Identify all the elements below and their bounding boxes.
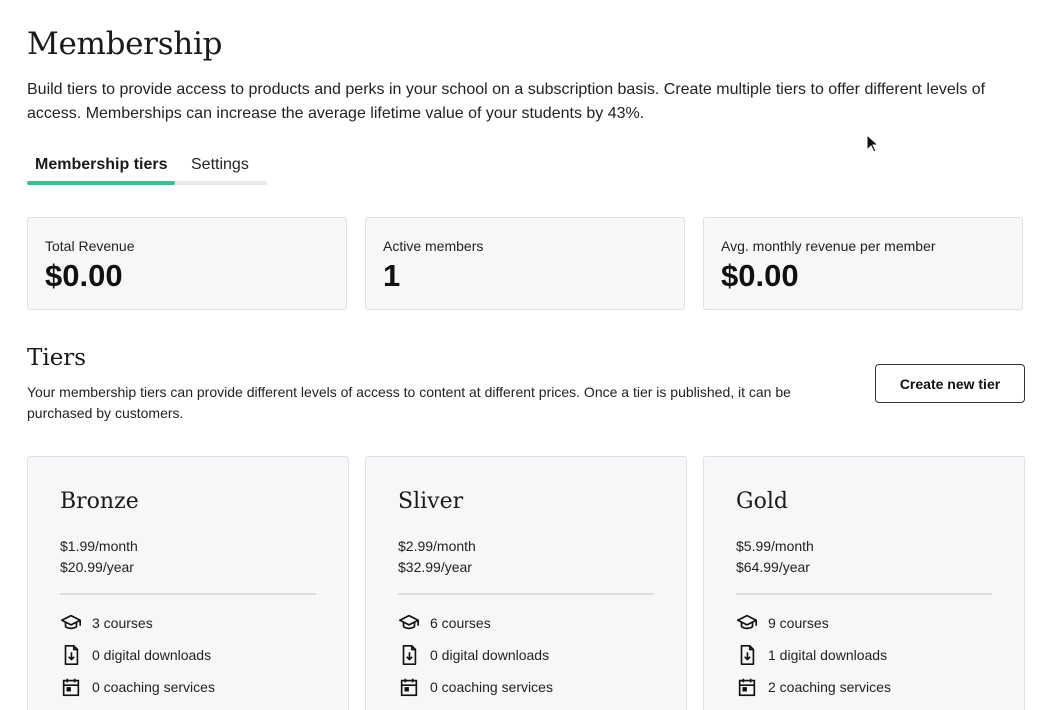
stat-label: Active members — [383, 238, 484, 254]
tier-divider — [736, 593, 992, 595]
tier-feature-downloads: 0 digital downloads — [60, 643, 211, 667]
download-file-icon — [398, 644, 420, 666]
tier-name: Gold — [736, 489, 788, 514]
tier-card-gold[interactable]: Gold $5.99/month $64.99/year 9 courses 1… — [703, 456, 1025, 710]
tier-feature-text: 9 courses — [768, 615, 829, 631]
tab-bar: Membership tiers Settings — [27, 155, 267, 185]
stat-card-avg-monthly-revenue: Avg. monthly revenue per member $0.00 — [703, 217, 1023, 310]
graduation-cap-icon — [398, 612, 420, 634]
stat-card-total-revenue: Total Revenue $0.00 — [27, 217, 347, 310]
page-intro: Build tiers to provide access to product… — [27, 81, 986, 122]
tier-feature-text: 0 coaching services — [430, 679, 553, 695]
tier-feature-text: 2 coaching services — [768, 679, 891, 695]
stat-value: 1 — [383, 258, 401, 293]
stat-card-active-members: Active members 1 — [365, 217, 685, 310]
membership-page: Membership Build tiers to provide access… — [0, 0, 1058, 710]
tier-yearly-price: $32.99/year — [398, 559, 472, 575]
calendar-icon — [736, 676, 758, 698]
graduation-cap-icon — [60, 612, 82, 634]
tier-feature-text: 0 digital downloads — [92, 647, 212, 663]
stat-value: $0.00 — [721, 258, 799, 293]
tiers-description: Your membership tiers can provide differ… — [27, 384, 791, 421]
page-title: Membership — [27, 26, 223, 62]
tier-monthly-price: $2.99/month — [398, 538, 476, 554]
tier-feature-courses: 3 courses — [60, 611, 153, 635]
tier-feature-text: 6 courses — [430, 615, 491, 631]
tier-card-bronze[interactable]: Bronze $1.99/month $20.99/year 3 courses… — [27, 456, 349, 710]
tier-feature-coaching: 0 coaching services — [398, 675, 553, 699]
download-file-icon — [60, 644, 82, 666]
tier-feature-downloads: 1 digital downloads — [736, 643, 887, 667]
graduation-cap-icon — [736, 612, 758, 634]
tab-active-indicator — [27, 181, 175, 185]
tab-settings[interactable]: Settings — [191, 156, 249, 174]
mouse-cursor-icon — [866, 133, 880, 154]
calendar-icon — [398, 676, 420, 698]
tier-card-sliver[interactable]: Sliver $2.99/month $32.99/year 6 courses… — [365, 456, 687, 710]
download-file-icon — [736, 644, 758, 666]
tier-yearly-price: $20.99/year — [60, 559, 134, 575]
tier-monthly-price: $1.99/month — [60, 538, 138, 554]
tab-membership-tiers[interactable]: Membership tiers — [35, 156, 167, 174]
calendar-icon — [60, 676, 82, 698]
tier-feature-text: 0 coaching services — [92, 679, 215, 695]
stat-value: $0.00 — [45, 258, 123, 293]
tier-feature-text: 1 digital downloads — [768, 647, 888, 663]
tier-name: Bronze — [60, 489, 139, 514]
tier-feature-text: 3 courses — [92, 615, 153, 631]
tier-yearly-price: $64.99/year — [736, 559, 810, 575]
stat-label: Total Revenue — [45, 238, 135, 254]
create-new-tier-button[interactable]: Create new tier — [875, 364, 1025, 403]
stat-label: Avg. monthly revenue per member — [721, 238, 936, 254]
tier-feature-text: 0 digital downloads — [430, 647, 550, 663]
tier-feature-downloads: 0 digital downloads — [398, 643, 549, 667]
tier-feature-courses: 9 courses — [736, 611, 829, 635]
tier-feature-courses: 6 courses — [398, 611, 491, 635]
tier-name: Sliver — [398, 489, 464, 514]
tier-monthly-price: $5.99/month — [736, 538, 814, 554]
tier-divider — [60, 593, 316, 595]
tier-feature-coaching: 0 coaching services — [60, 675, 215, 699]
tiers-heading: Tiers — [27, 345, 87, 371]
tier-feature-coaching: 2 coaching services — [736, 675, 891, 699]
tier-divider — [398, 593, 654, 595]
